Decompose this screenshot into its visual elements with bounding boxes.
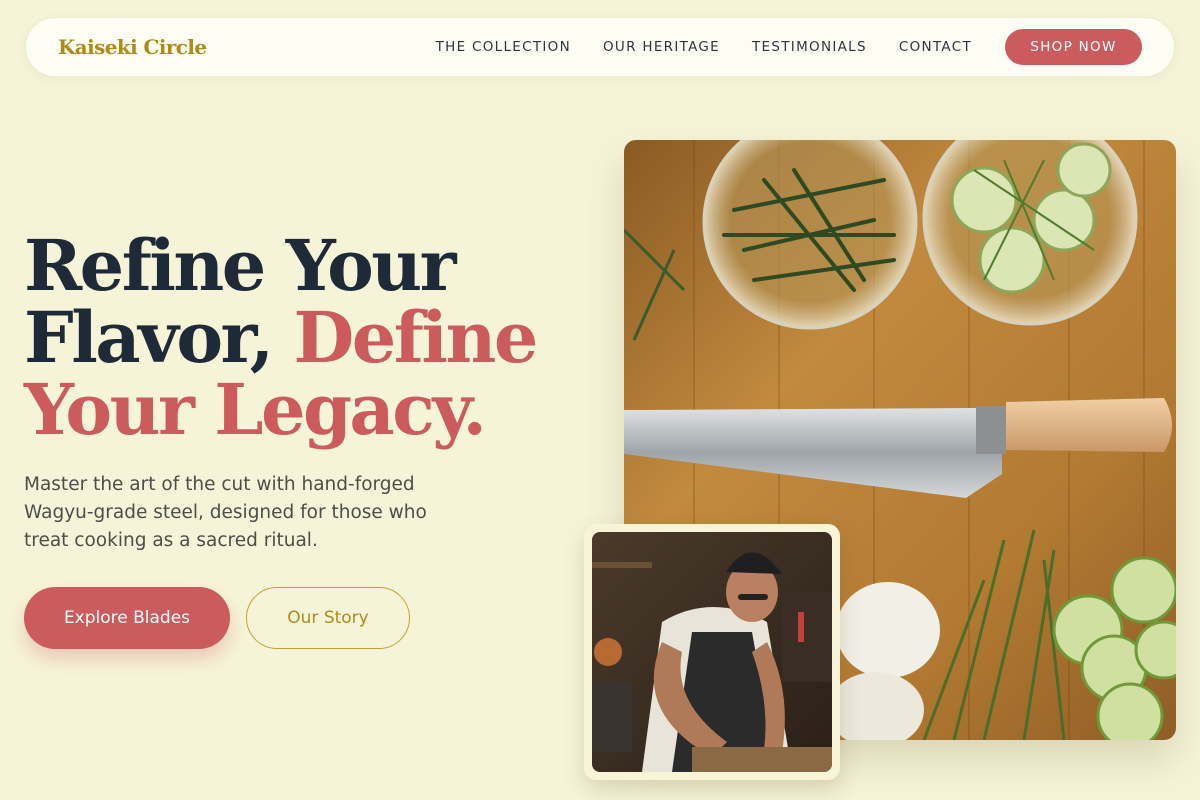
- headline-line-2: Flavor,: [24, 296, 294, 379]
- hero-subtext: Master the art of the cut with hand-forg…: [24, 474, 427, 551]
- nav-link-contact[interactable]: CONTACT: [899, 29, 972, 65]
- nav-links: THE COLLECTION OUR HERITAGE TESTIMONIALS…: [436, 29, 1142, 65]
- nav-link-heritage[interactable]: OUR HERITAGE: [603, 29, 720, 65]
- brand-logo[interactable]: Kaiseki Circle: [58, 35, 207, 59]
- our-story-button[interactable]: Our Story: [246, 587, 410, 649]
- explore-blades-button[interactable]: Explore Blades: [24, 587, 230, 649]
- top-navigation: Kaiseki Circle THE COLLECTION OUR HERITA…: [25, 17, 1175, 77]
- shop-now-button[interactable]: SHOP NOW: [1005, 29, 1142, 65]
- hero-headline: Refine Your Flavor, Define Your Legacy.: [24, 230, 584, 446]
- chef-photo-frame: [584, 524, 840, 780]
- nav-link-collection[interactable]: THE COLLECTION: [436, 29, 571, 65]
- headline-accent-1: Define: [293, 296, 539, 379]
- nav-link-testimonials[interactable]: TESTIMONIALS: [752, 29, 867, 65]
- headline-accent-2: Your Legacy.: [24, 368, 487, 451]
- chef-photo: [592, 532, 832, 772]
- headline-line-1: Refine Your: [24, 224, 457, 307]
